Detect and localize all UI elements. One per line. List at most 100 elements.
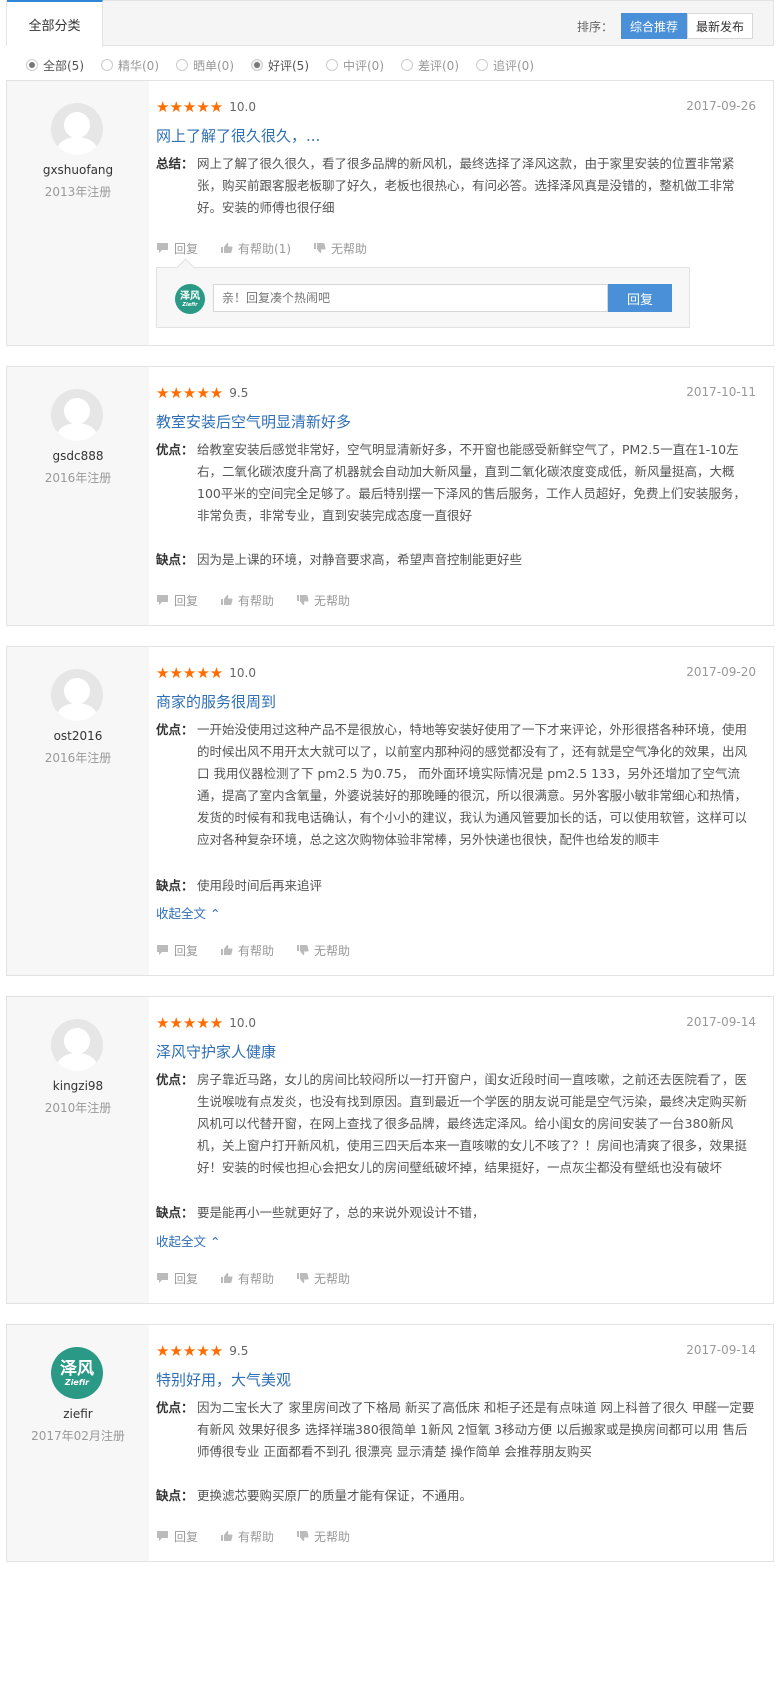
cons-text: 要是能再小一些就更好了，总的来说外观设计不错， <box>197 1205 485 1220</box>
reviews-page: 全部分类 排序： 综合推荐 最新发布 全部(5) 精华(0) 晒单(0) 好评(… <box>0 0 779 1695</box>
star-rating-icon: ★★★★★ <box>156 1342 224 1360</box>
radio-icon[interactable] <box>176 59 188 71</box>
radio-icon[interactable] <box>401 59 413 71</box>
brand-logo-text: 泽风 <box>60 1358 94 1379</box>
reviewer-registered: 2016年注册 <box>44 471 112 485</box>
cons-label: 缺点： <box>156 878 194 893</box>
review-cons: 缺点： 因为是上课的环境，对静音要求高，希望声音控制能更好些 <box>156 549 756 571</box>
review-pros: 优点： 给教室安装后感觉非常好，空气明显清新好多，不开窗也能感受新鲜空气了，PM… <box>156 439 756 527</box>
filter-label: 好评(5) <box>268 58 309 73</box>
sort-latest-button[interactable]: 最新发布 <box>686 13 753 39</box>
filter-positive[interactable]: 好评(5) <box>251 57 309 74</box>
filter-followup[interactable]: 追评(0) <box>476 57 534 74</box>
unhelpful-button[interactable]: 无帮助 <box>296 1270 350 1287</box>
thumbs-down-icon <box>297 595 309 605</box>
review-title[interactable]: 教室安装后空气明显清新好多 <box>156 411 351 432</box>
speech-bubble-icon <box>157 243 168 253</box>
collapse-link[interactable]: 收起全文 ⌃ <box>156 1231 220 1250</box>
tab-all-categories[interactable]: 全部分类 <box>7 0 103 47</box>
filter-essence[interactable]: 精华(0) <box>101 57 159 74</box>
reply-box: 泽风Ziefir 回复 <box>156 267 690 328</box>
helpful-button[interactable]: 有帮助 <box>220 592 274 609</box>
unhelpful-button[interactable]: 无帮助 <box>296 592 350 609</box>
star-rating-icon: ★★★★★ <box>156 664 224 682</box>
cons-label: 缺点： <box>156 1488 194 1503</box>
unhelpful-button[interactable]: 无帮助 <box>313 240 367 257</box>
helpful-button[interactable]: 有帮助 <box>220 942 274 959</box>
reply-button[interactable]: 回复 <box>156 592 198 609</box>
pros-text: 因为二宝长大了 家里房间改了下格局 新买了高低床 和柜子还是有点味道 网上科普了… <box>197 1400 755 1459</box>
avatar[interactable] <box>51 389 103 441</box>
chevron-up-icon: ⌃ <box>210 1234 221 1249</box>
brand-avatar[interactable]: 泽风 Ziefir <box>51 1347 103 1399</box>
review-actions: 回复 有帮助 无帮助 <box>156 942 372 958</box>
reply-label: 回复 <box>174 1271 199 1286</box>
chevron-up-icon: ⌃ <box>210 906 221 921</box>
reviewer-name[interactable]: gsdc888 <box>7 449 149 463</box>
thumbs-up-icon <box>221 243 233 253</box>
reviewer-name[interactable]: kingzi98 <box>7 1079 149 1093</box>
cons-text: 使用段时间后再来追评 <box>197 878 323 893</box>
review-title[interactable]: 特别好用，大气美观 <box>156 1369 291 1390</box>
review-cons: 缺点： 使用段时间后再来追评 <box>156 875 756 897</box>
thumbs-up-icon <box>221 595 233 605</box>
brand-logo-subtext: Ziefir <box>64 1377 90 1387</box>
helpful-button[interactable]: 有帮助 <box>220 1528 274 1545</box>
review-cons: 缺点： 要是能再小一些就更好了，总的来说外观设计不错， <box>156 1202 756 1224</box>
star-rating-icon: ★★★★★ <box>156 1014 224 1032</box>
cons-text: 因为是上课的环境，对静音要求高，希望声音控制能更好些 <box>197 552 523 567</box>
unhelpful-button[interactable]: 无帮助 <box>296 1528 350 1545</box>
rating-score: 9.5 <box>229 386 249 400</box>
helpful-button[interactable]: 有帮助 <box>220 1270 274 1287</box>
collapse-link[interactable]: 收起全文 ⌃ <box>156 903 220 922</box>
reviewer-name[interactable]: gxshuofang <box>7 163 149 177</box>
radio-selected-icon[interactable] <box>26 59 38 71</box>
reviewer-registered: 2013年注册 <box>44 185 112 199</box>
cons-label: 缺点： <box>156 1205 194 1220</box>
rating-row: ★★★★★ 10.0 2017-09-26 <box>156 99 756 115</box>
filter-neutral[interactable]: 中评(0) <box>326 57 384 74</box>
rating-row: ★★★★★ 10.0 2017-09-20 <box>156 665 756 681</box>
filter-label: 晒单(0) <box>193 58 234 73</box>
reviewer-name[interactable]: ziefir <box>7 1407 149 1421</box>
thumbs-up-icon <box>221 1531 233 1541</box>
reviewer-registered: 2017年02月注册 <box>31 1429 125 1443</box>
reply-input[interactable] <box>213 284 608 312</box>
helpful-button[interactable]: 有帮助(1) <box>220 240 291 257</box>
thumbs-down-icon <box>314 243 326 253</box>
unhelpful-label: 无帮助 <box>331 241 368 256</box>
radio-icon[interactable] <box>251 59 263 71</box>
sort-recommended-button[interactable]: 综合推荐 <box>620 13 687 39</box>
reply-submit-button[interactable]: 回复 <box>608 284 672 312</box>
avatar[interactable] <box>51 103 103 155</box>
helpful-label: 有帮助 <box>238 943 275 958</box>
rating-row: ★★★★★ 9.5 2017-10-11 <box>156 385 756 401</box>
reply-button[interactable]: 回复 <box>156 240 198 257</box>
filter-label: 精华(0) <box>118 58 159 73</box>
review-filter-group: 全部(5) 精华(0) 晒单(0) 好评(5) 中评(0) 差评(0) 追评(0… <box>26 55 551 75</box>
reply-button[interactable]: 回复 <box>156 942 198 959</box>
thumbs-down-icon <box>297 1531 309 1541</box>
reviewer-name[interactable]: ost2016 <box>7 729 149 743</box>
unhelpful-button[interactable]: 无帮助 <box>296 942 350 959</box>
filter-photos[interactable]: 晒单(0) <box>176 57 234 74</box>
filter-label: 追评(0) <box>493 58 534 73</box>
review-title[interactable]: 网上了解了很久很久，... <box>156 125 320 146</box>
radio-icon[interactable] <box>326 59 338 71</box>
radio-icon[interactable] <box>101 59 113 71</box>
filter-negative[interactable]: 差评(0) <box>401 57 459 74</box>
filter-all[interactable]: 全部(5) <box>26 57 84 74</box>
unhelpful-label: 无帮助 <box>314 1529 351 1544</box>
reply-button[interactable]: 回复 <box>156 1270 198 1287</box>
summary-text: 网上了解了很久很久，看了很多品牌的新风机，最终选择了泽风这款，由于家里安装的位置… <box>197 156 735 215</box>
review-title[interactable]: 商家的服务很周到 <box>156 691 276 712</box>
unhelpful-label: 无帮助 <box>314 593 351 608</box>
review-actions: 回复 有帮助 无帮助 <box>156 592 372 608</box>
avatar[interactable] <box>51 669 103 721</box>
avatar[interactable] <box>51 1019 103 1071</box>
review-toolbar: 全部分类 排序： 综合推荐 最新发布 <box>6 0 774 47</box>
review-card: kingzi98 2010年注册 ★★★★★ 10.0 2017-09-14 泽… <box>6 996 774 1304</box>
radio-icon[interactable] <box>476 59 488 71</box>
reply-button[interactable]: 回复 <box>156 1528 198 1545</box>
review-title[interactable]: 泽风守护家人健康 <box>156 1041 276 1062</box>
